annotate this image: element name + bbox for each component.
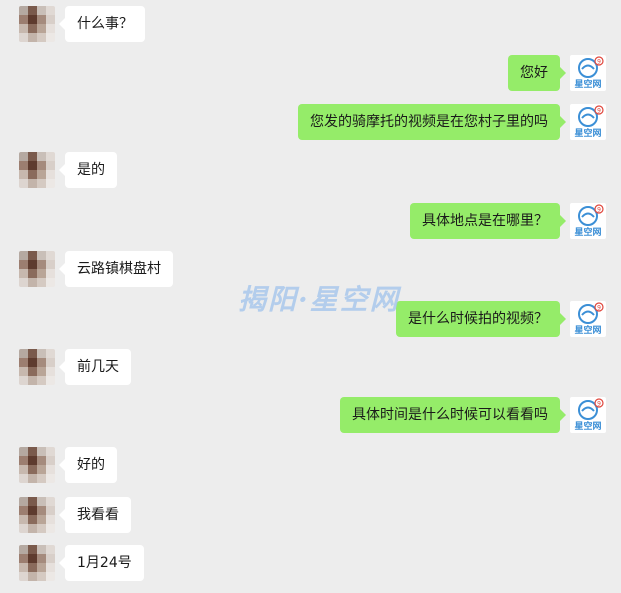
contact-avatar[interactable] bbox=[19, 152, 55, 188]
contact-avatar[interactable] bbox=[19, 447, 55, 483]
starry-net-logo-icon: 9 星空网 bbox=[574, 56, 604, 90]
message-bubble[interactable]: 是什么时候拍的视频？ bbox=[396, 301, 566, 337]
starry-net-logo-icon: 9 星空网 bbox=[574, 398, 604, 432]
svg-text:9: 9 bbox=[597, 207, 601, 214]
svg-text:9: 9 bbox=[597, 305, 601, 312]
svg-text:星空网: 星空网 bbox=[574, 420, 601, 432]
svg-text:9: 9 bbox=[597, 401, 601, 408]
message-bubble[interactable]: 什么事？ bbox=[59, 6, 145, 42]
message-bubble[interactable]: 您好 bbox=[508, 55, 566, 91]
svg-text:星空网: 星空网 bbox=[574, 226, 601, 238]
sender-avatar[interactable]: 9 星空网 bbox=[570, 203, 606, 239]
svg-text:星空网: 星空网 bbox=[574, 127, 601, 139]
message-bubble[interactable]: 我看看 bbox=[59, 497, 131, 533]
contact-avatar[interactable] bbox=[19, 349, 55, 385]
site-watermark: 揭阳·星空网 bbox=[238, 283, 400, 316]
message-row: 1月24号 bbox=[0, 545, 621, 585]
svg-text:星空网: 星空网 bbox=[574, 324, 601, 336]
message-row: 9 星空网 您发的骑摩托的视频是在您村子里的吗 bbox=[0, 104, 621, 144]
sender-avatar[interactable]: 9 星空网 bbox=[570, 301, 606, 337]
contact-avatar[interactable] bbox=[19, 545, 55, 581]
message-row: 前几天 bbox=[0, 349, 621, 389]
contact-avatar[interactable] bbox=[19, 6, 55, 42]
message-bubble[interactable]: 您发的骑摩托的视频是在您村子里的吗 bbox=[298, 104, 566, 140]
contact-avatar[interactable] bbox=[19, 497, 55, 533]
message-bubble[interactable]: 具体地点是在哪里？ bbox=[410, 203, 566, 239]
chat-window: 什么事？ 9 星空网 您好 9 星空网 您发的骑摩托的视频是在您村子里的吗 是的… bbox=[0, 0, 621, 593]
starry-net-logo-icon: 9 星空网 bbox=[574, 204, 604, 238]
message-row: 好的 bbox=[0, 447, 621, 487]
message-row: 9 星空网 您好 bbox=[0, 55, 621, 95]
message-row: 9 星空网 具体地点是在哪里？ bbox=[0, 203, 621, 243]
message-bubble[interactable]: 好的 bbox=[59, 447, 117, 483]
message-row: 什么事？ bbox=[0, 6, 621, 46]
contact-avatar[interactable] bbox=[19, 251, 55, 287]
svg-text:9: 9 bbox=[597, 108, 601, 115]
message-bubble[interactable]: 前几天 bbox=[59, 349, 131, 385]
message-bubble[interactable]: 是的 bbox=[59, 152, 117, 188]
sender-avatar[interactable]: 9 星空网 bbox=[570, 55, 606, 91]
message-row: 是的 bbox=[0, 152, 621, 192]
message-bubble[interactable]: 云路镇棋盘村 bbox=[59, 251, 173, 287]
message-bubble[interactable]: 具体时间是什么时候可以看看吗 bbox=[340, 397, 566, 433]
message-row: 我看看 bbox=[0, 497, 621, 537]
svg-text:星空网: 星空网 bbox=[574, 78, 601, 90]
sender-avatar[interactable]: 9 星空网 bbox=[570, 104, 606, 140]
starry-net-logo-icon: 9 星空网 bbox=[574, 302, 604, 336]
sender-avatar[interactable]: 9 星空网 bbox=[570, 397, 606, 433]
message-bubble[interactable]: 1月24号 bbox=[59, 545, 144, 581]
starry-net-logo-icon: 9 星空网 bbox=[574, 105, 604, 139]
message-row: 9 星空网 具体时间是什么时候可以看看吗 bbox=[0, 397, 621, 437]
svg-text:9: 9 bbox=[597, 59, 601, 66]
